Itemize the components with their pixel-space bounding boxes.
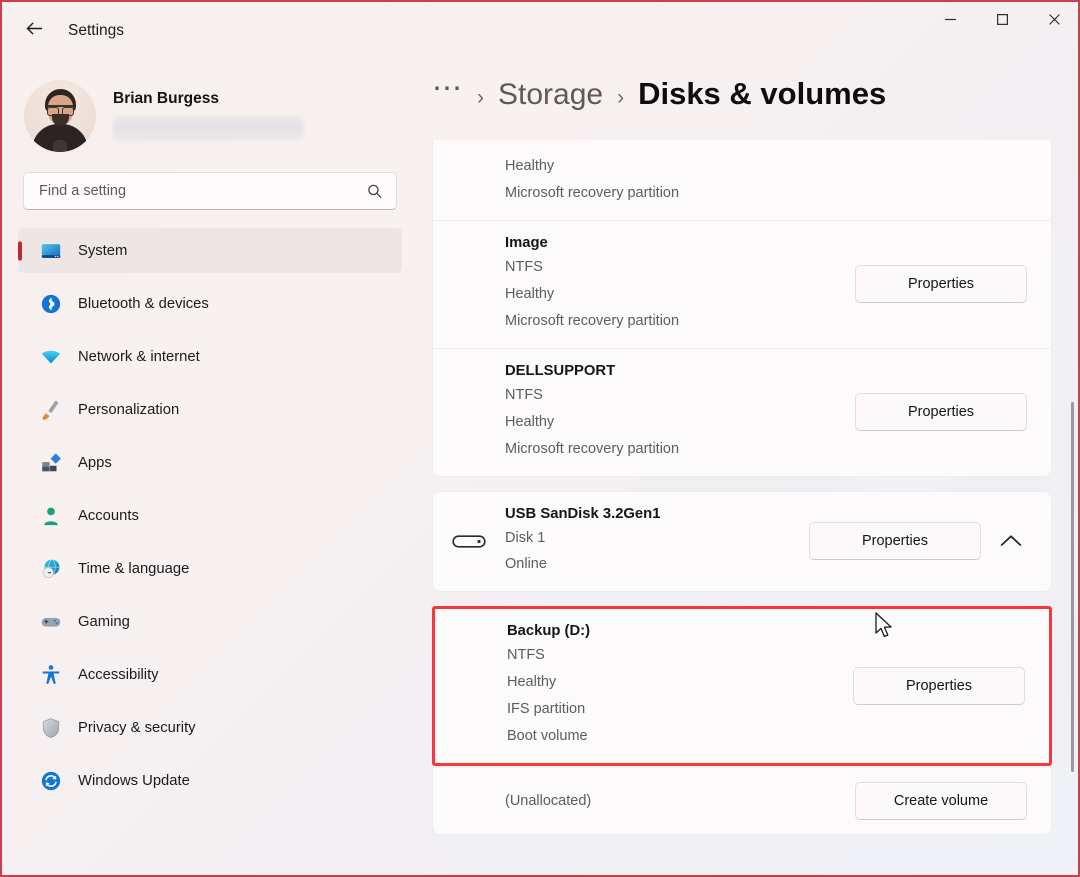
- unallocated-label: (Unallocated): [505, 789, 855, 814]
- sidebar-item-personalization[interactable]: Personalization: [18, 387, 402, 432]
- wifi-icon: [40, 346, 62, 368]
- volume-health: Healthy: [505, 410, 855, 435]
- disk-status: Online: [505, 552, 809, 577]
- volume-partition-type: IFS partition: [507, 697, 853, 722]
- gamepad-icon: [40, 611, 62, 633]
- sidebar-item-label: Network & internet: [78, 349, 200, 365]
- sidebar-item-windows-update[interactable]: Windows Update: [18, 758, 402, 803]
- properties-button[interactable]: Properties: [855, 265, 1027, 303]
- volume-filesystem: NTFS: [505, 383, 855, 408]
- volume-name: Image: [505, 235, 855, 251]
- chevron-up-icon[interactable]: [995, 525, 1027, 557]
- sidebar-item-label: Time & language: [78, 561, 189, 577]
- shield-icon: [40, 717, 62, 739]
- sidebar: Brian Burgess System: [0, 62, 420, 877]
- volume-boot-flag: Boot volume: [507, 724, 853, 749]
- sidebar-item-gaming[interactable]: Gaming: [18, 599, 402, 644]
- back-arrow-icon: [24, 18, 45, 44]
- breadcrumb-separator: ›: [617, 86, 624, 110]
- properties-button[interactable]: Properties: [853, 667, 1025, 705]
- volume-type: Microsoft recovery partition: [505, 309, 855, 334]
- title-bar: Settings: [0, 0, 1080, 62]
- table-row[interactable]: (Unallocated) Create volume: [433, 768, 1051, 834]
- create-volume-button[interactable]: Create volume: [855, 782, 1027, 820]
- accessibility-icon: [40, 664, 62, 686]
- main-content: ⋯ › Storage › Disks & volumes Healthy Mi…: [420, 62, 1080, 877]
- apps-icon: [40, 452, 62, 474]
- volume-filesystem: NTFS: [505, 255, 855, 280]
- sidebar-item-network-internet[interactable]: Network & internet: [18, 334, 402, 379]
- sidebar-item-privacy-security[interactable]: Privacy & security: [18, 705, 402, 750]
- paintbrush-icon: [40, 399, 62, 421]
- sidebar-item-accounts[interactable]: Accounts: [18, 493, 402, 538]
- sidebar-item-label: Privacy & security: [78, 720, 196, 736]
- window-controls: [924, 0, 1080, 62]
- back-button[interactable]: [16, 13, 52, 49]
- volume-health: Healthy: [507, 670, 853, 695]
- search-input[interactable]: [23, 172, 397, 210]
- sidebar-item-label: Gaming: [78, 614, 130, 630]
- close-icon: [1048, 13, 1061, 31]
- sidebar-item-label: Accessibility: [78, 667, 159, 683]
- volume-name: Backup (D:): [507, 623, 853, 639]
- volume-filesystem: NTFS: [507, 643, 853, 668]
- user-profile[interactable]: Brian Burgess: [18, 62, 402, 158]
- breadcrumb-overflow-button[interactable]: ⋯: [432, 74, 463, 104]
- disk-header-row[interactable]: USB SanDisk 3.2Gen1 Disk 1 Online Proper…: [433, 492, 1051, 592]
- volume-health: Healthy: [505, 282, 855, 307]
- disk-partitions-card: Healthy Microsoft recovery partition Ima…: [432, 140, 1052, 477]
- sidebar-item-accessibility[interactable]: Accessibility: [18, 652, 402, 697]
- sidebar-item-system[interactable]: System: [18, 228, 402, 273]
- person-icon: [40, 505, 62, 527]
- sidebar-item-label: Windows Update: [78, 773, 190, 789]
- table-row[interactable]: Healthy Microsoft recovery partition: [433, 140, 1051, 221]
- bluetooth-icon: [40, 293, 62, 315]
- table-row[interactable]: DELLSUPPORT NTFS Healthy Microsoft recov…: [433, 349, 1051, 476]
- sidebar-item-time-language[interactable]: Time & language: [18, 546, 402, 591]
- disk-name: USB SanDisk 3.2Gen1: [505, 506, 809, 522]
- close-button[interactable]: [1028, 0, 1080, 44]
- monitor-icon: [40, 240, 62, 262]
- update-icon: [40, 770, 62, 792]
- profile-email-redacted: [113, 116, 303, 142]
- volume-type: Microsoft recovery partition: [505, 437, 855, 462]
- breadcrumb-separator: ›: [477, 86, 484, 110]
- sidebar-item-label: Apps: [78, 455, 112, 471]
- sidebar-item-label: Personalization: [78, 402, 179, 418]
- sidebar-item-apps[interactable]: Apps: [18, 440, 402, 485]
- volume-type: Microsoft recovery partition: [505, 181, 1027, 206]
- minimize-icon: [944, 13, 957, 31]
- maximize-button[interactable]: [976, 0, 1028, 44]
- breadcrumb-link-storage[interactable]: Storage: [498, 78, 603, 112]
- volume-health: Healthy: [505, 154, 1027, 179]
- usb-disk-card: USB SanDisk 3.2Gen1 Disk 1 Online Proper…: [432, 491, 1052, 593]
- table-row[interactable]: Backup (D:) NTFS Healthy IFS partition B…: [435, 609, 1049, 763]
- profile-name: Brian Burgess: [113, 90, 303, 108]
- app-title: Settings: [68, 22, 124, 40]
- properties-button[interactable]: Properties: [855, 393, 1027, 431]
- minimize-button[interactable]: [924, 0, 976, 44]
- unallocated-card: (Unallocated) Create volume: [432, 768, 1052, 835]
- properties-button[interactable]: Properties: [809, 522, 981, 560]
- sidebar-item-label: Accounts: [78, 508, 139, 524]
- usb-drive-icon: [433, 532, 505, 551]
- avatar: [24, 80, 96, 152]
- search-container: [23, 172, 397, 210]
- sidebar-item-label: System: [78, 243, 127, 259]
- highlight-annotation: Backup (D:) NTFS Healthy IFS partition B…: [432, 606, 1052, 766]
- maximize-icon: [996, 13, 1009, 31]
- volume-name: DELLSUPPORT: [505, 363, 855, 379]
- sidebar-item-label: Bluetooth & devices: [78, 296, 209, 312]
- page-title: Disks & volumes: [638, 76, 886, 112]
- vertical-scrollbar[interactable]: [1071, 402, 1074, 772]
- disk-number: Disk 1: [505, 526, 809, 551]
- sidebar-item-bluetooth-devices[interactable]: Bluetooth & devices: [18, 281, 402, 326]
- breadcrumb: ⋯ › Storage › Disks & volumes: [420, 62, 1080, 140]
- sidebar-nav: System Bluetooth & devices Network & int…: [18, 228, 402, 803]
- clock-globe-icon: [40, 558, 62, 580]
- volumes-scroll-area: Healthy Microsoft recovery partition Ima…: [420, 140, 1080, 877]
- table-row[interactable]: Image NTFS Healthy Microsoft recovery pa…: [433, 221, 1051, 349]
